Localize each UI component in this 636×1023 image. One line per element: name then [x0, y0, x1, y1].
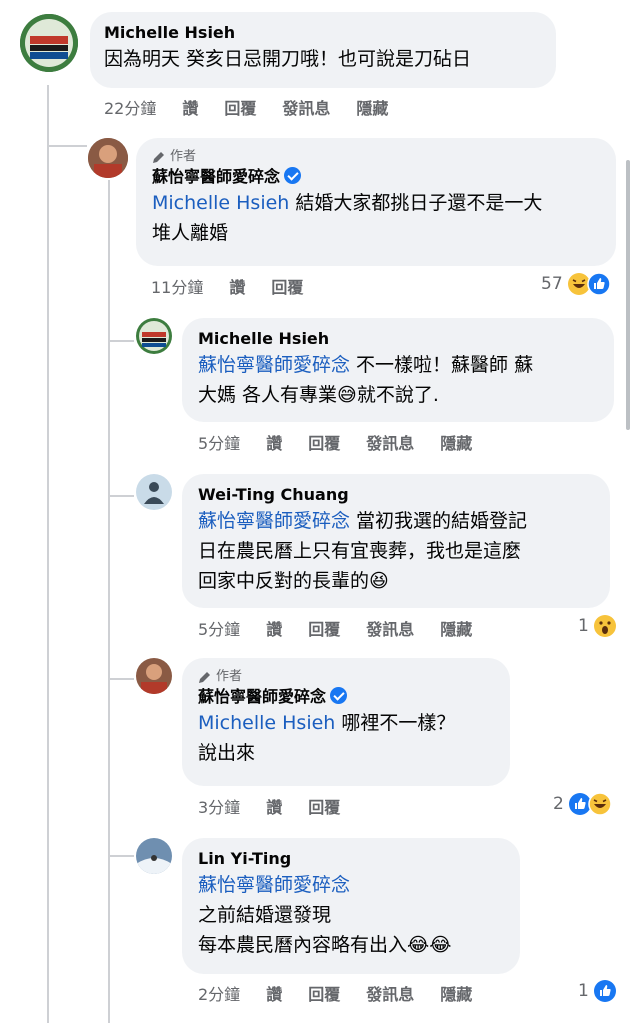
mention-link[interactable]: Michelle Hsieh	[152, 192, 289, 214]
reaction-count: 2	[553, 794, 564, 814]
comment-text: 因為明天 癸亥日忌開刀哦！也可說是刀砧日	[104, 48, 472, 70]
verified-badge-icon	[284, 167, 302, 184]
comment-author[interactable]: 蘇怡寧醫師愛碎念	[152, 167, 280, 186]
comment-time[interactable]: 22分鐘	[104, 95, 156, 119]
mention-link[interactable]: 蘇怡寧醫師愛碎念	[198, 874, 350, 896]
hide-link[interactable]: 隱藏	[440, 616, 472, 640]
reply-link[interactable]: 回覆	[308, 794, 340, 818]
comment-bubble: Michelle Hsieh 蘇怡寧醫師愛碎念 不一樣啦！蘇醫師 蘇 大媽 各人…	[182, 318, 614, 422]
comment-time[interactable]: 5分鐘	[198, 430, 240, 454]
hide-link[interactable]: 隱藏	[356, 95, 388, 119]
comment-text: 蘇怡寧醫師愛碎念 之前結婚還發現 每本農民曆內容略有出入😂😂	[198, 870, 504, 960]
pencil-icon	[153, 152, 164, 163]
thread-line-nested	[108, 180, 110, 1023]
avatar-doctor-icon	[136, 658, 172, 694]
avatar[interactable]	[136, 318, 172, 354]
thread-connector-2	[108, 340, 134, 342]
wow-reaction-icon	[593, 615, 616, 637]
comment-bubble: 作者 蘇怡寧醫師愛碎念 Michelle Hsieh 結婚大家都挑日子還不是一大…	[136, 138, 616, 266]
reply-link[interactable]: 回覆	[271, 274, 303, 298]
comment-meta: 11分鐘 讚 回覆	[151, 274, 329, 298]
reaction-summary[interactable]: 1	[578, 979, 617, 1003]
avatar[interactable]	[136, 838, 172, 874]
avatar-japan-icon	[20, 14, 78, 72]
reaction-summary[interactable]: 1	[578, 614, 617, 638]
verified-badge-icon	[330, 687, 348, 704]
comment-bubble: 作者 蘇怡寧醫師愛碎念 Michelle Hsieh 哪裡不一樣？ 說出來	[182, 658, 510, 786]
comment-meta: 22分鐘 讚 回覆 發訊息 隱藏	[104, 95, 414, 119]
reaction-count: 1	[578, 981, 589, 1001]
reply-link[interactable]: 回覆	[308, 430, 340, 454]
comment-time[interactable]: 11分鐘	[151, 274, 203, 298]
like-link[interactable]: 讚	[229, 274, 245, 298]
comment-time[interactable]: 2分鐘	[198, 981, 240, 1005]
haha-reaction-icon	[588, 792, 612, 816]
reply-link[interactable]: 回覆	[308, 616, 340, 640]
comment-body: 之前結婚還發現 每本農民曆內容略有出入😂😂	[198, 904, 452, 956]
reply-link[interactable]: 回覆	[308, 981, 340, 1005]
mention-link[interactable]: Michelle Hsieh	[198, 712, 335, 734]
avatar-japan-icon	[136, 318, 172, 354]
thread-connector-5	[108, 855, 134, 857]
avatar[interactable]	[20, 14, 78, 72]
author-badge-label: 作者	[170, 149, 197, 164]
thread-connector-3	[108, 495, 134, 497]
comment-text: Michelle Hsieh 哪裡不一樣？ 說出來	[198, 708, 494, 768]
mention-link[interactable]: 蘇怡寧醫師愛碎念	[198, 354, 350, 376]
like-link[interactable]: 讚	[266, 430, 282, 454]
hide-link[interactable]: 隱藏	[440, 430, 472, 454]
comment-author-row: 蘇怡寧醫師愛碎念	[152, 166, 600, 188]
avatar-snow-icon	[136, 838, 172, 874]
comment-author-row: 蘇怡寧醫師愛碎念	[198, 686, 494, 708]
comment-author[interactable]: Michelle Hsieh	[104, 22, 540, 44]
message-link[interactable]: 發訊息	[366, 981, 414, 1005]
comment-text: Michelle Hsieh 結婚大家都挑日子還不是一大 堆人離婚	[152, 188, 600, 248]
like-reaction-icon	[586, 272, 611, 296]
like-link[interactable]: 讚	[266, 981, 282, 1005]
avatar-doctor-icon	[88, 138, 128, 178]
like-link[interactable]: 讚	[182, 95, 198, 119]
message-link[interactable]: 發訊息	[366, 616, 414, 640]
comment-author[interactable]: Wei-Ting Chuang	[198, 484, 594, 506]
comment-meta: 2分鐘 讚 回覆 發訊息 隱藏	[198, 981, 498, 1005]
avatar[interactable]	[136, 474, 172, 510]
comment-author[interactable]: Michelle Hsieh	[198, 328, 598, 350]
reaction-summary[interactable]: 57	[541, 272, 611, 296]
hide-link[interactable]: 隱藏	[440, 981, 472, 1005]
comment-author[interactable]: Lin Yi-Ting	[198, 848, 504, 870]
comment-text: 蘇怡寧醫師愛碎念 不一樣啦！蘇醫師 蘇 大媽 各人有專業😅就不說了.	[198, 350, 598, 410]
author-badge-label: 作者	[216, 669, 243, 684]
comment-time[interactable]: 3分鐘	[198, 794, 240, 818]
author-badge: 作者	[198, 668, 494, 686]
reaction-count: 57	[541, 274, 563, 294]
comment-text: 蘇怡寧醫師愛碎念 當初我選的結婚登記 日在農民曆上只有宜喪葬，我也是這麼 回家中…	[198, 506, 594, 596]
comment-meta: 5分鐘 讚 回覆 發訊息 隱藏	[198, 616, 498, 640]
reaction-summary[interactable]: 2	[553, 792, 612, 816]
avatar[interactable]	[88, 138, 128, 178]
comment-bubble: Michelle Hsieh 因為明天 癸亥日忌開刀哦！也可說是刀砧日	[90, 12, 556, 88]
like-link[interactable]: 讚	[266, 616, 282, 640]
comment-bubble: Lin Yi-Ting 蘇怡寧醫師愛碎念 之前結婚還發現 每本農民曆內容略有出入…	[182, 838, 520, 974]
like-reaction-icon	[593, 980, 616, 1002]
comment-bubble: Wei-Ting Chuang 蘇怡寧醫師愛碎念 當初我選的結婚登記 日在農民曆…	[182, 474, 610, 608]
comment-author[interactable]: 蘇怡寧醫師愛碎念	[198, 687, 326, 706]
mention-link[interactable]: 蘇怡寧醫師愛碎念	[198, 510, 350, 532]
like-link[interactable]: 讚	[266, 794, 282, 818]
thread-connector-4	[108, 678, 134, 680]
message-link[interactable]: 發訊息	[282, 95, 330, 119]
pencil-icon	[199, 672, 210, 683]
reply-link[interactable]: 回覆	[224, 95, 256, 119]
comment-meta: 5分鐘 讚 回覆 發訊息 隱藏	[198, 430, 498, 454]
comment-time[interactable]: 5分鐘	[198, 616, 240, 640]
thread-line-main	[47, 85, 49, 1023]
author-badge: 作者	[152, 148, 600, 166]
scrollbar[interactable]	[626, 160, 630, 430]
comment-meta: 3分鐘 讚 回覆	[198, 794, 366, 818]
avatar-meditating-icon	[136, 474, 172, 510]
avatar[interactable]	[136, 658, 172, 694]
message-link[interactable]: 發訊息	[366, 430, 414, 454]
thread-connector-1	[47, 145, 87, 147]
reaction-count: 1	[578, 616, 589, 636]
